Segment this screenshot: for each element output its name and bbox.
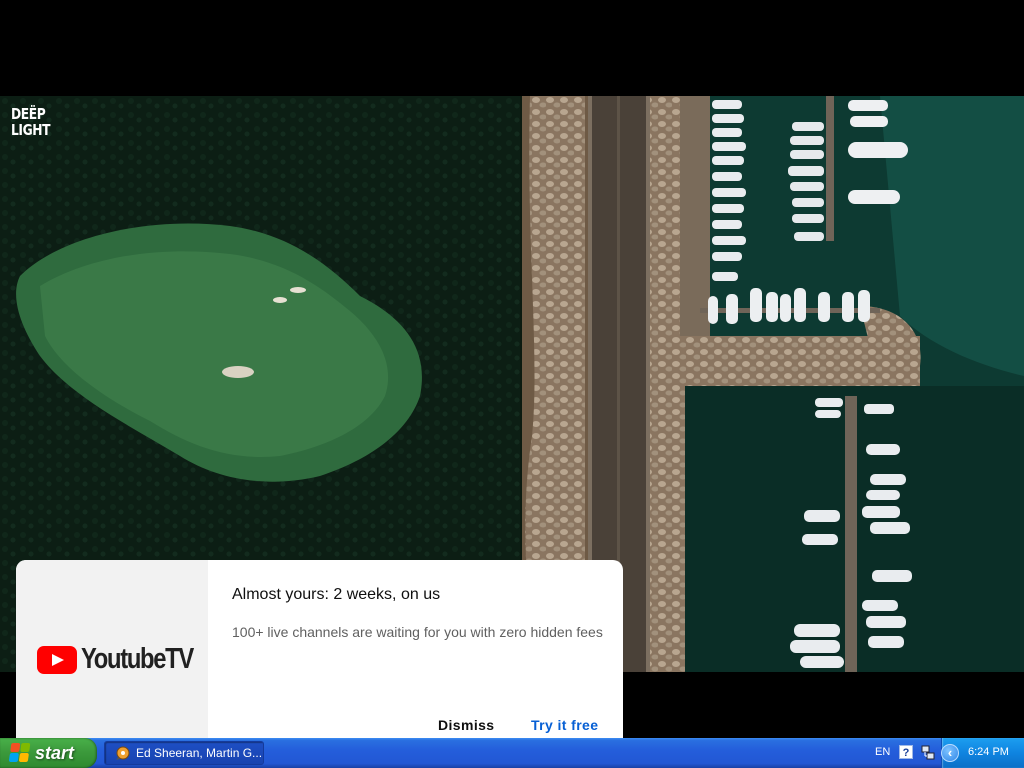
desktop-screen: DEËP LIGHT YoutubeTV Almost yours: 2 wee…	[0, 0, 1024, 768]
dismiss-button[interactable]: Dismiss	[438, 717, 495, 733]
promo-logo-pane: YoutubeTV	[16, 560, 208, 750]
channel-watermark[interactable]: DEËP LIGHT	[11, 105, 51, 139]
watermark-line-1: DEËP	[11, 105, 46, 123]
network-icon[interactable]	[920, 744, 936, 762]
help-icon[interactable]: ?	[899, 745, 913, 759]
youtube-play-icon	[37, 645, 77, 674]
clock[interactable]: 6:24 PM	[968, 746, 1009, 758]
language-indicator[interactable]: EN	[875, 746, 890, 758]
youtube-tv-wordmark: YoutubeTV	[81, 643, 194, 675]
youtube-tv-logo: YoutubeTV	[37, 643, 218, 676]
watermark-line-2: LIGHT	[11, 121, 51, 139]
promo-title: Almost yours: 2 weeks, on us	[232, 586, 441, 603]
try-it-free-button[interactable]: Try it free	[531, 717, 598, 733]
taskbar-item-label: Ed Sheeran, Martin G...	[136, 746, 263, 760]
start-button[interactable]: start	[0, 738, 97, 768]
youtube-tv-promo-dialog: YoutubeTV Almost yours: 2 weeks, on us 1…	[16, 560, 623, 750]
windows-taskbar: start Ed Sheeran, Martin G... EN ? ‹ 6:2…	[0, 738, 1024, 768]
start-label: start	[35, 742, 75, 763]
chevron-left-icon[interactable]: ‹	[941, 744, 959, 762]
media-player-icon	[115, 745, 131, 761]
taskbar-item-media-window[interactable]: Ed Sheeran, Martin G...	[104, 741, 264, 765]
windows-logo-icon	[8, 743, 32, 763]
promo-description: 100+ live channels are waiting for you w…	[232, 624, 603, 640]
